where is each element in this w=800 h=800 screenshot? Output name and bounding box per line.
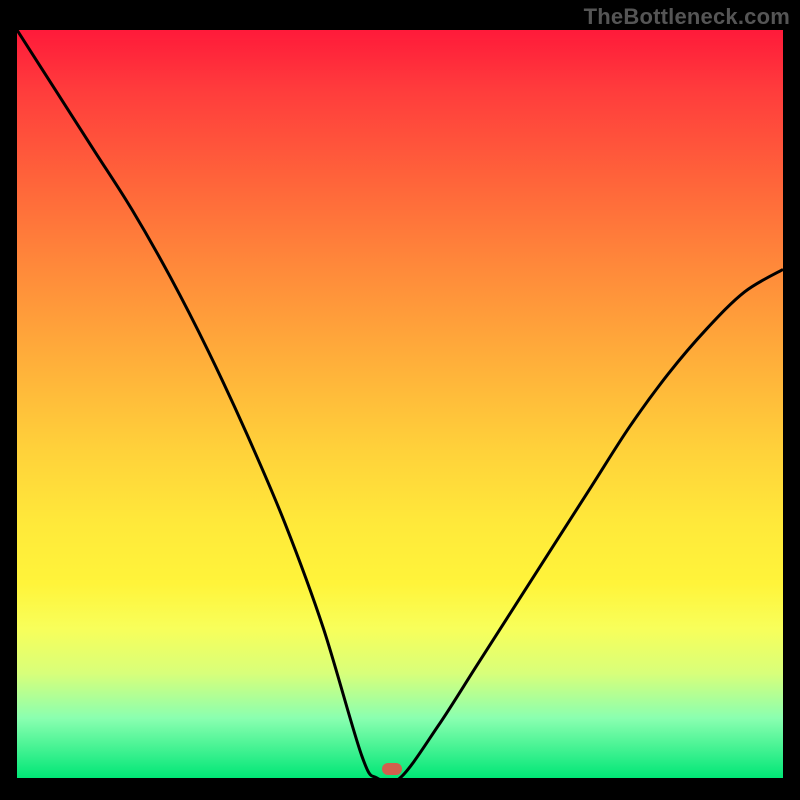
optimum-marker — [382, 763, 402, 775]
plot-area — [17, 30, 783, 778]
bottleneck-curve-path — [17, 30, 783, 778]
curve-svg — [17, 30, 783, 778]
chart-frame: TheBottleneck.com — [0, 0, 800, 800]
watermark-text: TheBottleneck.com — [584, 4, 790, 30]
